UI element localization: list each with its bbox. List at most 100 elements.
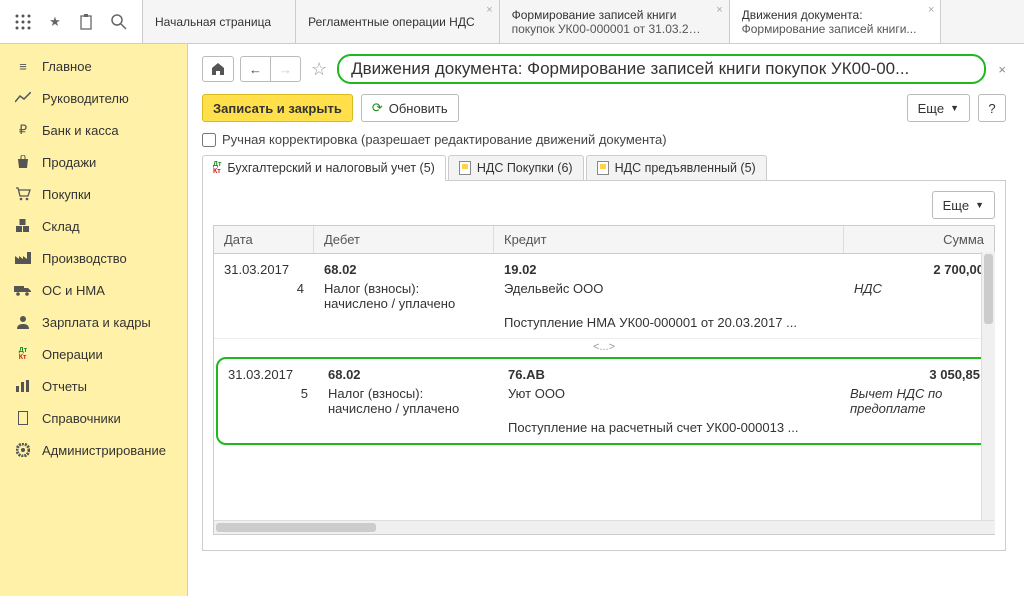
sidebar-item-manager[interactable]: Руководителю [0,82,187,114]
subtab-vat-purchases[interactable]: НДС Покупки (6) [448,155,584,180]
manual-correction-row: Ручная корректировка (разрешает редактир… [202,132,1006,147]
subtab-accounting[interactable]: ДтКт Бухгалтерский и налоговый учет (5) [202,155,446,180]
sidebar-item-operations[interactable]: ДтКтОперации [0,338,187,370]
home-button[interactable] [202,56,234,82]
boxes-icon [14,217,32,235]
grid: Дата Дебет Кредит Сумма 31.03.2017 68.02… [213,225,995,535]
cell-note: НДС [844,279,994,313]
cell-debit-account: 68.02 [318,365,498,384]
ruble-icon: ₽ [14,121,32,139]
cell-credit-party: Эдельвейс ООО [494,279,844,313]
apps-icon[interactable] [14,13,32,31]
save-close-button[interactable]: Записать и закрыть [202,94,353,122]
sidebar-item-bank[interactable]: ₽Банк и касса [0,114,187,146]
checkbox-label: Ручная корректировка (разрешает редактир… [222,132,667,147]
sidebar-item-label: Главное [42,59,92,74]
page-title: Движения документа: Формирование записей… [337,54,986,84]
close-icon[interactable]: × [928,4,934,16]
tab-sublabel: Формирование записей книги... [742,22,917,36]
cell-sum: 3 050,85 [840,365,990,384]
bag-icon [14,153,32,171]
sidebar-item-label: Продажи [42,155,96,170]
column-header-credit[interactable]: Кредит [494,226,844,253]
manual-correction-checkbox[interactable] [202,133,216,147]
grid-more-button[interactable]: Еще▼ [932,191,995,219]
more-button[interactable]: Еще▼ [907,94,970,122]
sidebar-item-production[interactable]: Производство [0,242,187,274]
table-row[interactable]: 31.03.2017 68.02 76.АВ 3 050,85 5 Налог … [216,357,992,445]
toolbar-icon-group: ★ [0,0,143,43]
bars-icon [14,377,32,395]
cell-sum: 2 700,00 [844,260,994,279]
sidebar-item-label: ОС и НМА [42,283,105,298]
sidebar-item-payroll[interactable]: Зарплата и кадры [0,306,187,338]
menu-icon: ≡ [14,57,32,75]
grid-body[interactable]: 31.03.2017 68.02 19.02 2 700,00 4 Налог … [214,254,994,520]
clipboard-icon[interactable] [78,13,96,31]
search-icon[interactable] [110,13,128,31]
top-toolbar: ★ Начальная страница Регламентные операц… [0,0,1024,44]
sidebar-item-label: Покупки [42,187,91,202]
tab-document-movements[interactable]: Движения документа: Формирование записей… [730,0,942,43]
subtab-label: НДС Покупки (6) [477,161,573,175]
cell-credit-doc: Поступление НМА УК00-000001 от 20.03.201… [494,313,844,332]
star-icon[interactable]: ★ [46,13,64,31]
subtab-label: НДС предъявленный (5) [615,161,756,175]
ellipsis-row: <...> [214,339,994,355]
chevron-down-icon: ▼ [950,103,959,113]
column-header-date[interactable]: Дата [214,226,314,253]
vertical-scrollbar[interactable] [981,252,995,534]
subtab-vat-presented[interactable]: НДС предъявленный (5) [586,155,767,180]
sidebar-item-directories[interactable]: Справочники [0,402,187,434]
sidebar-item-label: Зарплата и кадры [42,315,151,330]
sidebar-item-reports[interactable]: Отчеты [0,370,187,402]
sidebar-item-label: Операции [42,347,103,362]
action-row: Записать и закрыть ⟳ Обновить Еще▼ ? [202,94,1006,122]
subtab-label: Бухгалтерский и налоговый учет (5) [227,161,434,175]
document-icon [459,161,471,175]
subtabs: ДтКт Бухгалтерский и налоговый учет (5) … [202,155,1006,181]
sidebar-item-warehouse[interactable]: Склад [0,210,187,242]
sidebar-item-sales[interactable]: Продажи [0,146,187,178]
sidebar-item-main[interactable]: ≡ Главное [0,50,187,82]
person-icon [14,313,32,331]
sidebar: ≡ Главное Руководителю ₽Банк и касса Прод… [0,44,188,596]
close-page-icon[interactable]: × [992,62,1006,77]
cell-debit-account: 68.02 [314,260,494,279]
cell-date: 31.03.2017 [214,260,314,279]
header-row: ← → ☆ Движения документа: Формирование з… [202,54,1006,84]
tab-start-page[interactable]: Начальная страница [143,0,296,43]
factory-icon [14,249,32,267]
main: ≡ Главное Руководителю ₽Банк и касса Прод… [0,44,1024,596]
sidebar-item-label: Отчеты [42,379,87,394]
sidebar-item-assets[interactable]: ОС и НМА [0,274,187,306]
cell-credit-doc: Поступление на расчетный счет УК00-00001… [498,418,840,437]
dk-icon: ДтКт [213,161,221,175]
horizontal-scrollbar[interactable] [214,520,994,534]
cell-debit-text: Налог (взносы): начислено / уплачено [318,384,498,418]
sidebar-item-purchases[interactable]: Покупки [0,178,187,210]
chevron-down-icon: ▼ [975,200,984,210]
column-header-sum[interactable]: Сумма [844,226,994,253]
sidebar-item-admin[interactable]: Администрирование [0,434,187,466]
close-icon[interactable]: × [486,4,492,16]
sidebar-item-label: Склад [42,219,80,234]
column-header-debit[interactable]: Дебет [314,226,494,253]
refresh-button[interactable]: ⟳ Обновить [361,94,459,122]
cell-rownum: 4 [214,279,314,313]
close-icon[interactable]: × [716,4,722,16]
favorite-icon[interactable]: ☆ [307,59,331,80]
forward-button[interactable]: → [270,56,301,82]
help-button[interactable]: ? [978,94,1006,122]
cell-credit-account: 76.АВ [498,365,840,384]
tab-vat-operations[interactable]: Регламентные операции НДС × [296,0,500,43]
sidebar-item-label: Руководителю [42,91,129,106]
tab-label: Формирование записей книги [512,8,705,22]
tab-book-entries[interactable]: Формирование записей книги покупок УК00-… [500,0,730,43]
tab-sublabel: покупок УК00-000001 от 31.03.2017... [512,22,705,36]
sidebar-item-label: Администрирование [42,443,166,458]
back-button[interactable]: ← [240,56,270,82]
tab-label: Движения документа: [742,8,917,22]
table-row[interactable]: 31.03.2017 68.02 19.02 2 700,00 4 Налог … [214,254,994,339]
truck-icon [14,281,32,299]
